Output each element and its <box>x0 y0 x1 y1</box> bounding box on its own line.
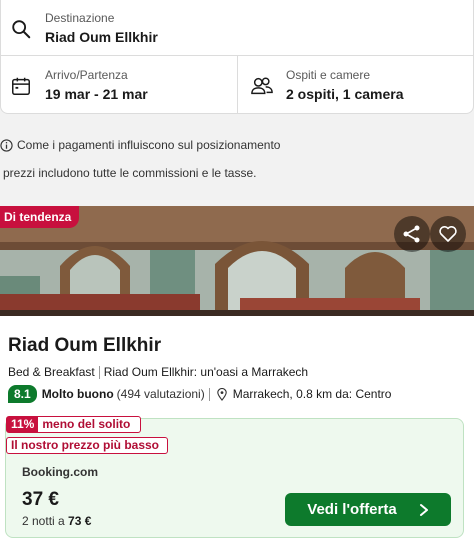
ranking-info-text: Come i pagamenti influiscono sul posizio… <box>17 138 281 152</box>
total-price: 73 € <box>68 514 92 528</box>
view-deal-button[interactable]: Vedi l'offerta <box>285 493 451 526</box>
review-count: (494 valutazioni) <box>116 387 205 401</box>
hotel-location: Marrakech, 0.8 km da: Centro <box>232 387 392 401</box>
rating-word: Molto buono <box>41 387 114 401</box>
chevron-right-icon <box>419 503 428 516</box>
discount-text: meno del solito <box>42 417 131 431</box>
provider-name: Booking.com <box>22 465 99 479</box>
discount-percent: 11% <box>7 417 39 432</box>
nights-prefix: 2 notti a <box>22 514 65 528</box>
trending-badge: Di tendenza <box>0 206 80 228</box>
hotel-tagline: Riad Oum Ellkhir: un'oasi a Marrakech <box>103 365 309 379</box>
ranking-info-link[interactable]: Come i pagamenti influiscono sul posizio… <box>0 138 280 152</box>
destination-value: Riad Oum Ellkhir <box>45 29 158 45</box>
dates-value: 19 mar - 21 mar <box>45 86 148 102</box>
rating-row: 8.1 Molto buono (494 valutazioni) Marrak… <box>8 385 391 403</box>
share-icon <box>403 225 420 243</box>
calendar-icon <box>12 77 30 95</box>
nightly-price: 37 € <box>22 489 59 510</box>
rating-score-badge: 8.1 <box>8 385 37 403</box>
hotel-name[interactable]: Riad Oum Ellkhir <box>8 335 161 357</box>
lowest-price-pill: Il nostro prezzo più basso <box>6 437 168 454</box>
discount-pill: 11% meno del solito <box>6 416 141 433</box>
hotel-card[interactable]: Di tendenza Riad Oum Ellkhir Bed & Break… <box>0 206 474 551</box>
destination-label: Destinazione <box>45 11 115 25</box>
view-deal-label: Vedi l'offerta <box>307 501 397 518</box>
guests-field[interactable]: Ospiti e camere 2 ospiti, 1 camera <box>238 56 474 114</box>
guests-value: 2 ospiti, 1 camera <box>286 86 404 102</box>
hotel-type: Bed & Breakfast <box>8 365 95 379</box>
search-icon <box>12 20 31 39</box>
hotel-photo[interactable]: Di tendenza <box>0 206 474 316</box>
location-pin-icon <box>216 387 227 401</box>
divider <box>208 387 210 401</box>
heart-icon <box>439 226 457 242</box>
share-button[interactable] <box>394 216 430 252</box>
total-price-note: 2 notti a 73 € <box>22 514 91 528</box>
guests-icon <box>251 77 273 95</box>
destination-field[interactable]: Destinazione Riad Oum Ellkhir <box>1 0 474 56</box>
info-icon <box>0 138 13 152</box>
search-form: Destinazione Riad Oum Ellkhir Arrivo/Par… <box>0 0 474 114</box>
dates-field[interactable]: Arrivo/Partenza 19 mar - 21 mar <box>1 56 238 114</box>
hotel-meta: Bed & Breakfast Riad Oum Ellkhir: un'oas… <box>8 365 308 379</box>
tax-note: prezzi includono tutte le commissioni e … <box>3 166 257 180</box>
favorite-button[interactable] <box>430 216 466 252</box>
divider <box>98 365 100 379</box>
deal-box[interactable]: 11% meno del solito Il nostro prezzo più … <box>5 416 464 538</box>
dates-label: Arrivo/Partenza <box>45 68 128 82</box>
guests-label: Ospiti e camere <box>286 68 371 82</box>
